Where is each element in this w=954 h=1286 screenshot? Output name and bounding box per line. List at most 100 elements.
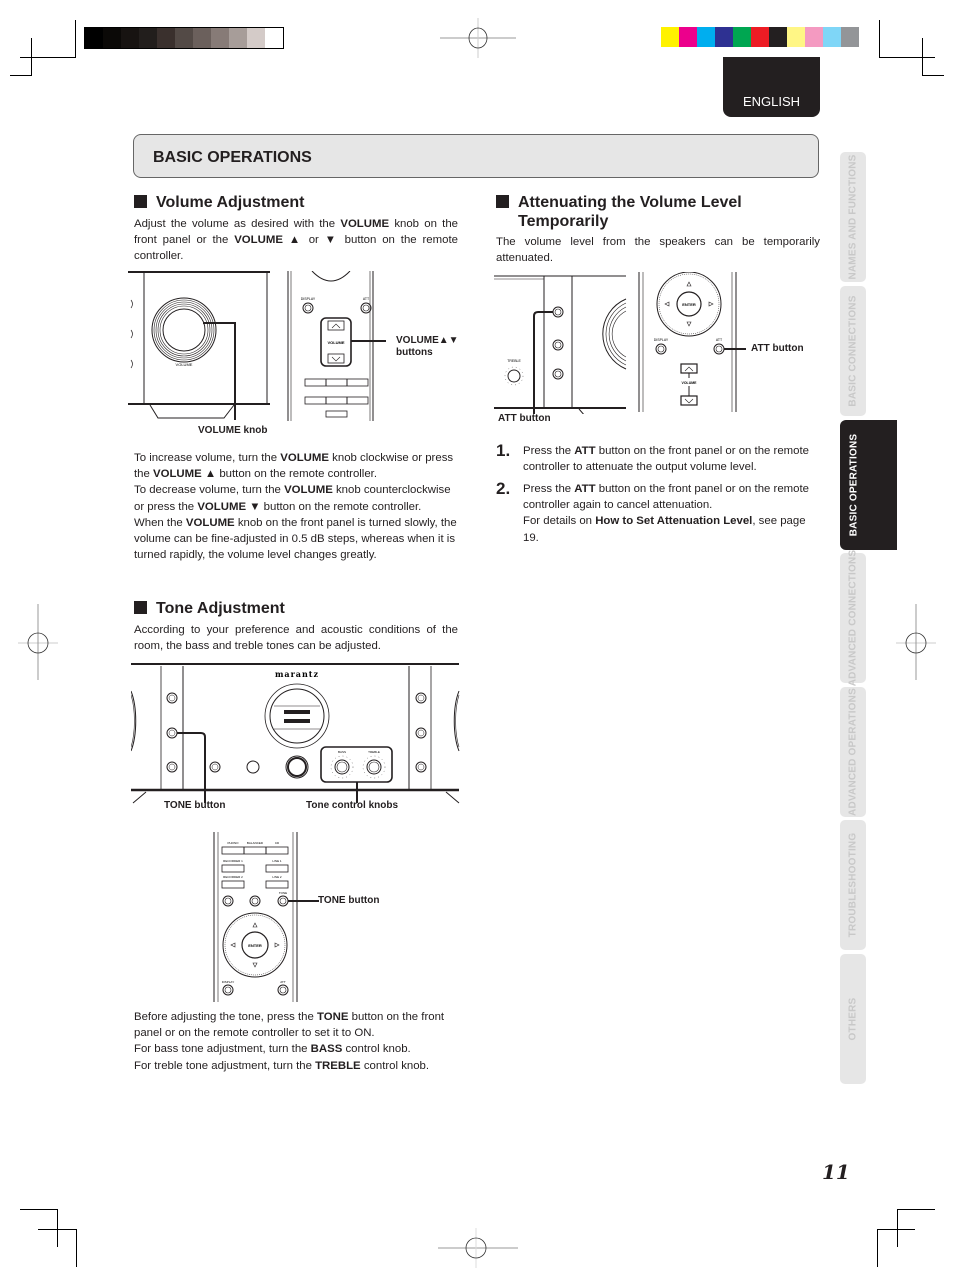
square-bullet-icon <box>134 601 147 614</box>
svg-text:ENTER: ENTER <box>248 943 262 948</box>
svg-text:TREBLE: TREBLE <box>368 750 380 754</box>
registration-target-top <box>440 18 516 58</box>
side-tab-others[interactable]: OTHERS <box>840 954 866 1084</box>
tone-intro: According to your preference and acousti… <box>134 624 458 653</box>
attenuate-heading-line1: Attenuating the Volume Level <box>518 194 742 211</box>
volume-body: To increase volume, turn the VOLUME knob… <box>134 452 457 562</box>
color-bar <box>661 27 859 47</box>
tone-body: Before adjusting the tone, press the TON… <box>134 1011 445 1072</box>
registration-target-bottom <box>438 1228 518 1268</box>
grayscale-swatch <box>139 28 157 48</box>
grayscale-bar <box>84 27 284 49</box>
svg-text:BALANCED: BALANCED <box>247 841 264 845</box>
color-swatch <box>823 27 841 47</box>
color-swatch <box>697 27 715 47</box>
color-swatch <box>679 27 697 47</box>
svg-text:BASS: BASS <box>338 750 346 754</box>
volume-heading: Volume Adjustment <box>134 193 304 212</box>
volume-heading-text: Volume Adjustment <box>156 194 305 211</box>
svg-text:VOLUME: VOLUME <box>176 362 193 367</box>
side-tab-basic-operations[interactable]: BASIC OPERATIONS <box>840 420 897 550</box>
attenuate-intro: The volume level from the speakers can b… <box>496 236 820 265</box>
side-tab-basic-connections[interactable]: BASIC CONNECTIONS <box>840 286 866 416</box>
grayscale-swatch <box>193 28 211 48</box>
front-panel-tone-illustration: marantz BASS TREBLE <box>131 663 460 804</box>
tone-button-callout: TONE button <box>164 800 226 811</box>
color-swatch <box>751 27 769 47</box>
color-swatch <box>733 27 751 47</box>
remote-att-illustration: ENTER DISPLAY ATT VOLUME <box>638 272 746 412</box>
tone-heading-text: Tone Adjustment <box>156 600 285 617</box>
remote-tone-illustration: PHONO BALANCED CD RECORDER 1 LINE 1 RECO… <box>213 832 319 1002</box>
brand-logo: marantz <box>275 669 319 679</box>
step-1-text: Press the ATT button on the front panel … <box>523 445 809 474</box>
volume-buttons-callout-line1: VOLUME▲▼ <box>396 335 459 346</box>
grayscale-swatch <box>211 28 229 48</box>
side-tab-names-and-functions[interactable]: NAMES AND FUNCTIONS <box>840 152 866 282</box>
step-1-number: 1. <box>496 441 511 460</box>
registration-target-left <box>18 604 58 680</box>
svg-text:DISPLAY: DISPLAY <box>222 980 234 984</box>
grayscale-swatch <box>229 28 247 48</box>
square-bullet-icon <box>134 195 147 208</box>
att-front-callout: ATT button <box>498 413 551 424</box>
color-swatch <box>805 27 823 47</box>
grayscale-swatch <box>121 28 139 48</box>
svg-text:DISPLAY: DISPLAY <box>654 338 669 342</box>
step-2-number: 2. <box>496 479 511 498</box>
svg-text:TONE: TONE <box>279 891 287 895</box>
square-bullet-icon <box>496 195 509 208</box>
side-tab-label: OTHERS <box>847 997 859 1041</box>
svg-text:RECORDER 2: RECORDER 2 <box>223 875 243 879</box>
side-tab-label: ADVANCED OPERATIONS <box>847 688 859 816</box>
volume-buttons-callout-line2: buttons <box>396 347 433 358</box>
volume-intro: Adjust the volume as desired with the VO… <box>134 218 458 263</box>
color-swatch <box>769 27 787 47</box>
front-panel-att-illustration: TREBLE <box>494 275 627 414</box>
page-number: 11 <box>822 1160 850 1184</box>
svg-text:ENTER: ENTER <box>682 302 696 307</box>
step-2-text: Press the ATT button on the front panel … <box>523 483 809 544</box>
language-tab: ENGLISH <box>723 57 820 117</box>
attenuate-heading: Attenuating the Volume Level Temporarily <box>496 193 742 231</box>
attenuate-heading-line2: Temporarily <box>518 213 609 230</box>
svg-text:CD: CD <box>275 841 280 845</box>
section-title: BASIC OPERATIONS <box>153 149 312 166</box>
grayscale-swatch <box>85 28 103 48</box>
volume-knob-illustration: VOLUME <box>128 271 270 420</box>
side-tab-label: TROUBLESHOOTING <box>847 832 859 938</box>
svg-text:RECORDER 1: RECORDER 1 <box>223 859 243 863</box>
section-header: BASIC OPERATIONS <box>133 134 819 178</box>
side-tab-label: ADVANCED CONNECTIONS <box>847 549 859 687</box>
color-swatch <box>715 27 733 47</box>
svg-text:PHONO: PHONO <box>227 841 239 845</box>
grayscale-swatch <box>247 28 265 48</box>
svg-text:ATT: ATT <box>280 980 286 984</box>
svg-text:ATT: ATT <box>716 338 723 342</box>
remote-volume-illustration: DISPLAY ATT VOLUME <box>287 271 386 421</box>
att-remote-callout: ATT button <box>751 343 804 354</box>
side-tab-troubleshooting[interactable]: TROUBLESHOOTING <box>840 820 866 950</box>
side-tab-label: BASIC OPERATIONS <box>848 433 860 537</box>
side-tab-advanced-operations[interactable]: ADVANCED OPERATIONS <box>840 687 866 817</box>
svg-text:ATT: ATT <box>363 297 370 301</box>
side-tab-label: NAMES AND FUNCTIONS <box>847 154 859 280</box>
remote-tone-button-callout: TONE button <box>318 895 380 906</box>
side-tab-label: BASIC CONNECTIONS <box>847 295 859 407</box>
color-swatch <box>841 27 859 47</box>
language-label: ENGLISH <box>742 94 801 109</box>
tone-knobs-callout: Tone control knobs <box>306 800 399 811</box>
svg-text:TREBLE: TREBLE <box>507 359 521 363</box>
grayscale-swatch <box>265 28 283 48</box>
side-tab-advanced-connections[interactable]: ADVANCED CONNECTIONS <box>840 550 866 686</box>
svg-text:VOLUME: VOLUME <box>682 381 698 385</box>
svg-text:LINE 2: LINE 2 <box>272 875 282 879</box>
registration-target-right <box>896 604 936 680</box>
svg-text:DISPLAY: DISPLAY <box>301 297 316 301</box>
volume-knob-callout: VOLUME knob <box>198 425 268 436</box>
grayscale-swatch <box>103 28 121 48</box>
tone-heading: Tone Adjustment <box>134 599 285 618</box>
grayscale-swatch <box>157 28 175 48</box>
svg-text:LINE 1: LINE 1 <box>272 859 282 863</box>
color-swatch <box>661 27 679 47</box>
